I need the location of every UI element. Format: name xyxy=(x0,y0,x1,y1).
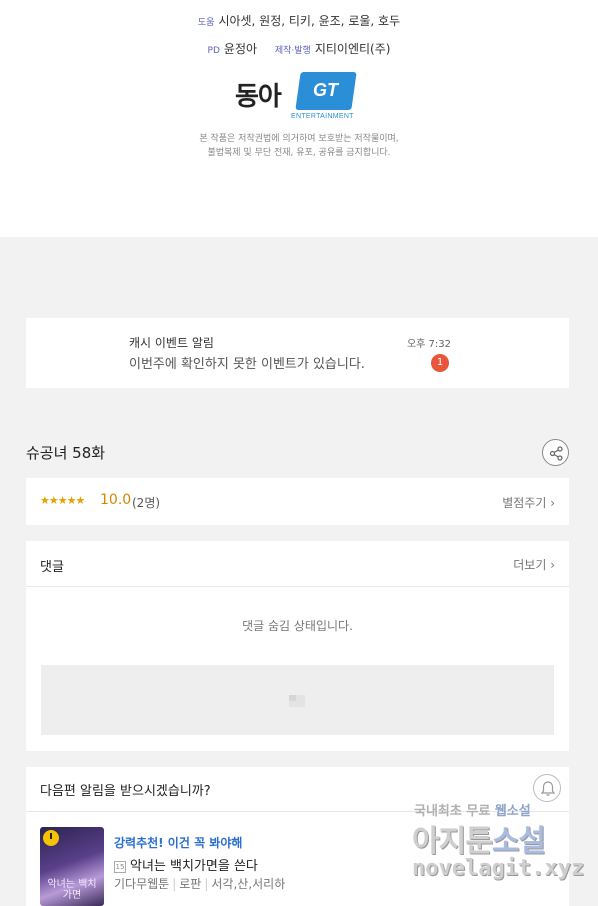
star-rating-icon: ★★★★★ xyxy=(40,494,85,507)
notice-message: 이번주에 확인하지 못한 이벤트가 있습니다. xyxy=(129,357,365,372)
bell-icon xyxy=(540,781,556,796)
recommendation-title-row[interactable]: 15 악녀는 백치가면을 쓴다 xyxy=(114,855,258,874)
copyright-line-2: 불법복제 및 무단 전재, 유포, 공유를 금지합니다. xyxy=(207,148,391,158)
next-episode-divider xyxy=(26,811,569,812)
rating-score: 10.0 xyxy=(100,492,132,508)
notice-badge: 1 xyxy=(431,354,449,372)
share-icon xyxy=(549,446,563,461)
thumbnail-title: 악녀는 백치가면 xyxy=(47,879,97,901)
comments-title: 댓글 xyxy=(40,560,64,575)
episode-title: 슈공녀 58화 xyxy=(26,444,106,462)
notify-button[interactable] xyxy=(533,774,561,802)
comments-hidden-message: 댓글 숨김 상태입니다. xyxy=(242,619,353,633)
rating-count: (2명) xyxy=(132,496,161,510)
comments-divider xyxy=(26,586,569,587)
notice-title: 캐시 이벤트 알림 xyxy=(129,336,214,350)
rating-card: ★★★★★ 10.0 (2명) 별점주기 › xyxy=(26,478,569,525)
recommendation-publisher: 기다무웹툰 xyxy=(114,877,170,891)
pd-label: PD xyxy=(207,46,220,56)
gt-logo-subtitle: ENTERTAINMENT xyxy=(291,113,354,120)
share-button[interactable] xyxy=(542,439,569,466)
next-episode-card: 다음편 알림을 받으시겠습니까? 악녀는 백치가면 강력추천! 이건 꼭 봐야해… xyxy=(26,767,569,906)
production-label: 제작·발행 xyxy=(274,46,311,56)
ad-placeholder-icon xyxy=(289,695,305,707)
production-name: 지티이엔티(주) xyxy=(314,42,391,56)
recommendation-meta: 기다무웹툰 | 로판 | 서각,산,서리하 xyxy=(114,877,286,891)
gt-logo: GT xyxy=(313,80,338,100)
assist-label: 도움 xyxy=(197,18,215,28)
copyright-line-1: 본 작품은 저작권법에 의거하여 보호받는 저작물이며, xyxy=(199,134,399,144)
comments-card: 댓글 더보기 › 댓글 숨김 상태입니다. xyxy=(26,541,569,751)
recommendation-tags: 서각,산,서리하 xyxy=(211,877,286,891)
publisher-logos: 동아 GT ENTERTAINMENT xyxy=(233,70,373,126)
assist-credit: 도움 시아셋, 원정, 티키, 윤조, 로울, 호두 xyxy=(0,12,598,29)
recommendation-thumbnail[interactable]: 악녀는 백치가면 xyxy=(40,827,104,906)
pd-name: 윤정아 xyxy=(223,42,258,56)
next-episode-question: 다음편 알림을 받으시겠습니까? xyxy=(40,784,211,799)
recommendation-title: 악녀는 백치가면을 쓴다 xyxy=(130,859,258,874)
ad-placeholder[interactable] xyxy=(41,665,554,735)
comments-more-link[interactable]: 더보기 › xyxy=(513,556,555,573)
rate-button[interactable]: 별점주기 › xyxy=(502,494,555,511)
copyright-notice: 본 작품은 저작권법에 의거하여 보호받는 저작물이며, 불법복제 및 무단 전… xyxy=(0,132,598,160)
donga-logo: 동아 xyxy=(235,82,282,112)
wait-free-clock-icon xyxy=(43,830,59,846)
assist-names: 시아셋, 원정, 티키, 윤조, 로울, 호두 xyxy=(218,14,401,28)
cash-event-notice[interactable]: 캐시 이벤트 알림 이번주에 확인하지 못한 이벤트가 있습니다. 오후 7:3… xyxy=(26,318,569,388)
production-credit: PD 윤정아 제작·발행 지티이엔티(주) xyxy=(0,40,598,57)
age-rating-badge: 15 xyxy=(114,861,126,873)
recommendation-genre: 로판 xyxy=(179,877,202,891)
notice-time: 오후 7:32 xyxy=(406,339,451,350)
recommendation-label: 강력추천! 이건 꼭 봐야해 xyxy=(114,836,243,850)
credits-section: 도움 시아셋, 원정, 티키, 윤조, 로울, 호두 PD 윤정아 제작·발행 지티이… xyxy=(0,0,598,237)
